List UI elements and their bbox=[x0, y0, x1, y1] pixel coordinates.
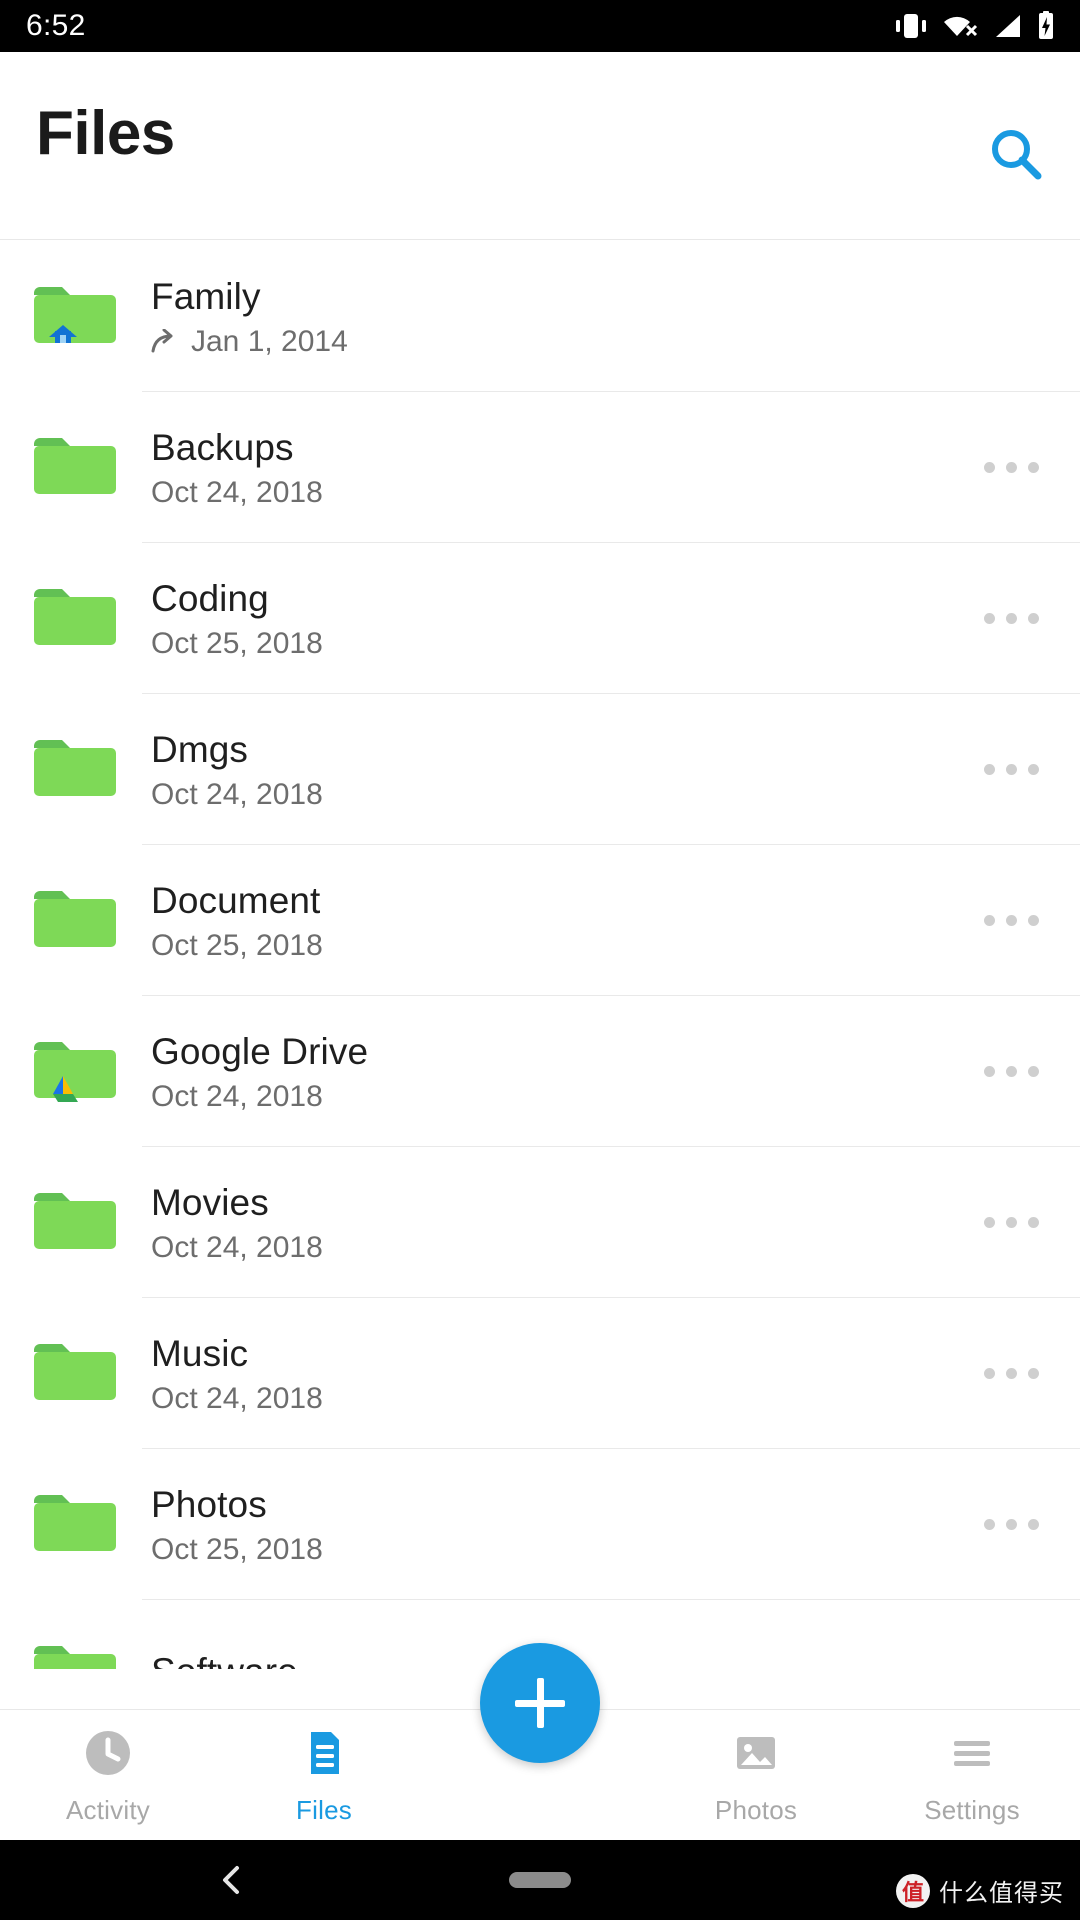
status-icons bbox=[894, 11, 1056, 41]
file-name: Music bbox=[151, 1332, 249, 1374]
page-title: Files bbox=[36, 99, 175, 168]
file-meta: Oct 24, 2018 bbox=[151, 1231, 956, 1264]
folder-icon bbox=[31, 885, 123, 957]
folder-icon bbox=[31, 432, 123, 504]
home-pill-handle[interactable] bbox=[509, 1872, 571, 1888]
file-name: Photos bbox=[151, 1483, 267, 1525]
file-meta: Oct 25, 2018 bbox=[151, 1533, 956, 1566]
folder-icon bbox=[31, 1489, 123, 1561]
file-name: Dmgs bbox=[151, 728, 249, 770]
folder-icon bbox=[31, 281, 123, 353]
menu-icon bbox=[945, 1726, 999, 1785]
nav-label-settings: Settings bbox=[924, 1794, 1020, 1825]
file-meta: Jan 1, 2014 bbox=[151, 325, 956, 358]
nav-item-photos[interactable]: Photos bbox=[648, 1710, 864, 1841]
file-info: Document Oct 25, 2018 bbox=[151, 879, 956, 963]
nav-item-files[interactable]: Files bbox=[216, 1710, 432, 1841]
table-row[interactable]: Photos Oct 25, 2018 bbox=[0, 1449, 1080, 1600]
nav-item-settings[interactable]: Settings bbox=[864, 1710, 1080, 1841]
watermark-text: 什么值得买 bbox=[939, 1880, 1064, 1907]
file-date: Oct 24, 2018 bbox=[151, 476, 323, 510]
file-meta: Oct 24, 2018 bbox=[151, 476, 956, 509]
back-chevron-icon[interactable] bbox=[210, 1858, 254, 1902]
file-meta: Oct 25, 2018 bbox=[151, 627, 956, 660]
file-name: Backups bbox=[151, 426, 294, 468]
file-info: Backups Oct 24, 2018 bbox=[151, 426, 956, 510]
folder-icon bbox=[31, 1036, 123, 1108]
status-time: 6:52 bbox=[26, 9, 86, 42]
nav-label-photos: Photos bbox=[714, 1794, 798, 1825]
nav-label-activity: Activity bbox=[66, 1794, 150, 1825]
file-date: Oct 24, 2018 bbox=[151, 1382, 323, 1416]
file-date: Oct 25, 2018 bbox=[151, 1533, 323, 1567]
file-list[interactable]: Family Jan 1, 2014 Backups Oct 24, 2018 Codi… bbox=[0, 241, 1080, 1669]
app-bar: Files bbox=[0, 52, 1080, 240]
table-row[interactable]: Family Jan 1, 2014 bbox=[0, 241, 1080, 392]
more-options-icon[interactable] bbox=[956, 1519, 1066, 1530]
shared-icon bbox=[151, 328, 181, 355]
file-name: Google Drive bbox=[151, 1030, 369, 1072]
file-name: Family bbox=[151, 275, 261, 317]
file-meta: Oct 24, 2018 bbox=[151, 1382, 956, 1415]
watermark-badge: 值 bbox=[896, 1873, 930, 1908]
table-row[interactable]: Music Oct 24, 2018 bbox=[0, 1298, 1080, 1449]
file-date: Oct 25, 2018 bbox=[151, 929, 323, 963]
nav-item-activity[interactable]: Activity bbox=[0, 1710, 216, 1841]
file-meta: Oct 24, 2018 bbox=[151, 778, 956, 811]
status-bar: 6:52 bbox=[0, 0, 1080, 52]
table-row[interactable]: Backups Oct 24, 2018 bbox=[0, 392, 1080, 543]
more-options-icon[interactable] bbox=[956, 1368, 1066, 1379]
table-row[interactable]: Movies Oct 24, 2018 bbox=[0, 1147, 1080, 1298]
table-row[interactable]: Coding Oct 25, 2018 bbox=[0, 543, 1080, 694]
table-row[interactable]: Document Oct 25, 2018 bbox=[0, 845, 1080, 996]
vibrate-icon bbox=[894, 12, 928, 40]
file-info: Dmgs Oct 24, 2018 bbox=[151, 728, 956, 812]
more-options-icon[interactable] bbox=[956, 613, 1066, 624]
folder-icon bbox=[31, 1187, 123, 1259]
battery-charging-icon bbox=[1036, 11, 1056, 41]
system-navigation-bar: 值 什么值得买 bbox=[0, 1840, 1080, 1920]
folder-icon bbox=[31, 583, 123, 655]
clock-icon bbox=[81, 1726, 135, 1785]
table-row[interactable]: Google Drive Oct 24, 2018 bbox=[0, 996, 1080, 1147]
more-options-icon[interactable] bbox=[956, 1217, 1066, 1228]
file-name: Document bbox=[151, 879, 321, 921]
file-meta: Oct 24, 2018 bbox=[151, 1080, 956, 1113]
document-icon bbox=[297, 1726, 351, 1785]
file-info: Music Oct 24, 2018 bbox=[151, 1332, 956, 1416]
file-info: Coding Oct 25, 2018 bbox=[151, 577, 956, 661]
file-info: Photos Oct 25, 2018 bbox=[151, 1483, 956, 1567]
wifi-no-internet-icon bbox=[942, 12, 978, 40]
file-date: Oct 25, 2018 bbox=[151, 627, 323, 661]
file-date: Oct 24, 2018 bbox=[151, 1231, 323, 1265]
watermark: 值 什么值得买 bbox=[896, 1873, 1064, 1908]
more-options-icon[interactable] bbox=[956, 1066, 1066, 1077]
file-name: Coding bbox=[151, 577, 269, 619]
file-name: Movies bbox=[151, 1181, 269, 1223]
nav-label-files: Files bbox=[296, 1794, 352, 1825]
add-button[interactable] bbox=[480, 1643, 600, 1763]
folder-icon bbox=[31, 734, 123, 806]
folder-icon bbox=[31, 1640, 123, 1669]
more-options-icon[interactable] bbox=[956, 462, 1066, 473]
more-options-icon[interactable] bbox=[956, 764, 1066, 775]
image-icon bbox=[729, 1726, 783, 1785]
file-info: Family Jan 1, 2014 bbox=[151, 275, 956, 359]
file-info: Google Drive Oct 24, 2018 bbox=[151, 1030, 956, 1114]
file-meta: Oct 25, 2018 bbox=[151, 929, 956, 962]
folder-icon bbox=[31, 1338, 123, 1410]
more-options-icon[interactable] bbox=[956, 915, 1066, 926]
file-info: Movies Oct 24, 2018 bbox=[151, 1181, 956, 1265]
cellular-signal-icon bbox=[992, 12, 1022, 40]
file-date: Oct 24, 2018 bbox=[151, 1080, 323, 1114]
file-date: Jan 1, 2014 bbox=[191, 325, 348, 359]
table-row[interactable]: Dmgs Oct 24, 2018 bbox=[0, 694, 1080, 845]
file-date: Oct 24, 2018 bbox=[151, 778, 323, 812]
search-icon[interactable] bbox=[986, 124, 1046, 184]
